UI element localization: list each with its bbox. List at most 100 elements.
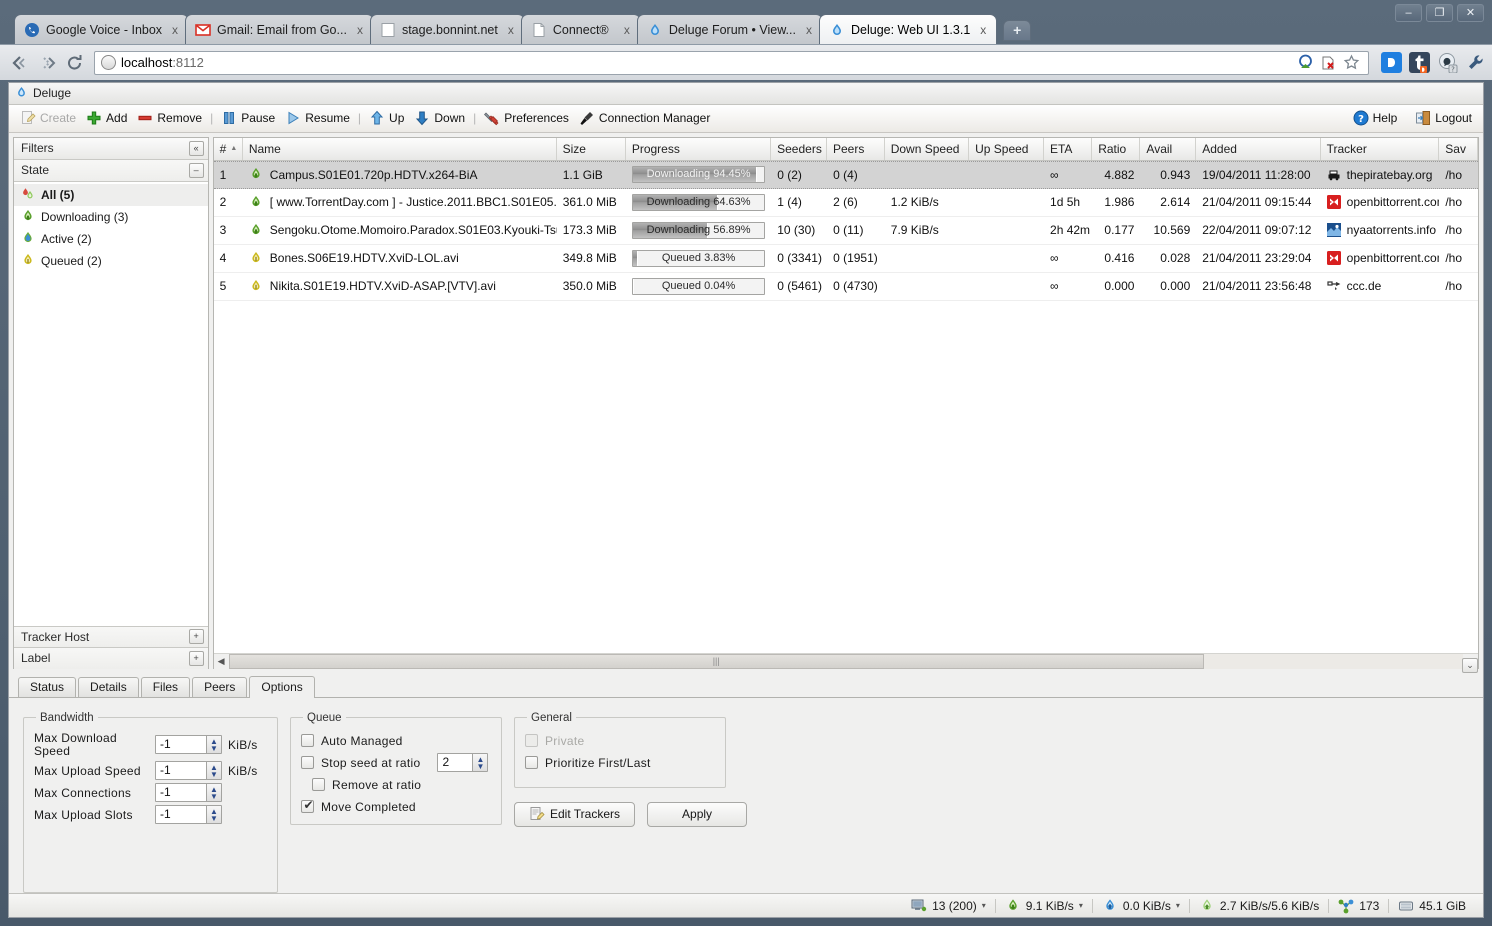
new-tab-button[interactable]: + xyxy=(1003,20,1032,41)
chevron-down-icon[interactable]: ▾ xyxy=(1176,901,1180,910)
remove-button[interactable]: Remove xyxy=(132,107,207,129)
delicious-icon[interactable] xyxy=(1381,52,1402,73)
max-upload-speed-value[interactable]: -1 xyxy=(156,762,206,779)
sidebar-item-all[interactable]: All (5) xyxy=(14,183,208,206)
prioritize-first-last-checkbox[interactable] xyxy=(525,756,538,770)
stepper-buttons[interactable]: ▲ ▼ xyxy=(206,762,221,780)
max-upload-slots-value[interactable]: -1 xyxy=(156,806,206,823)
prioritize-first-last-row[interactable]: Prioritize First/Last xyxy=(525,752,715,774)
tracker-host-header[interactable]: Tracker Host + xyxy=(14,625,208,648)
minimize-button[interactable]: – xyxy=(1395,4,1422,22)
detail-collapse-button[interactable]: ⌄ xyxy=(1462,657,1478,673)
sidebar-item-active[interactable]: Active (2) xyxy=(14,228,208,250)
help-button[interactable]: ? Help xyxy=(1348,107,1403,129)
column-header-tracker[interactable]: Tracker xyxy=(1321,137,1440,160)
table-row[interactable]: 3 Sengoku.Otome.Momoiro.Paradox.S01E03.K… xyxy=(213,217,1478,245)
stepper-down-icon[interactable]: ▼ xyxy=(210,814,218,822)
address-bar[interactable]: localhost:8112 xyxy=(94,50,1369,75)
stepper-buttons[interactable]: ▲ ▼ xyxy=(206,784,221,802)
auto-managed-checkbox[interactable] xyxy=(301,734,314,748)
browser-tab-0[interactable]: Google Voice - Inbox x xyxy=(14,14,190,44)
tab-close-icon[interactable]: x xyxy=(976,23,990,37)
maximize-button[interactable]: ❐ xyxy=(1426,4,1453,22)
stepper-buttons[interactable]: ▲ ▼ xyxy=(206,736,221,754)
stop-seed-at-ratio-checkbox[interactable] xyxy=(301,756,314,770)
tab-close-icon[interactable]: x xyxy=(168,23,182,37)
max-connections-stepper[interactable]: -1 ▲ ▼ xyxy=(155,783,222,803)
max-upload-slots-stepper[interactable]: -1 ▲ ▼ xyxy=(155,805,222,825)
back-icon[interactable] xyxy=(6,50,32,76)
max-connections-value[interactable]: -1 xyxy=(156,784,206,801)
column-header-avail[interactable]: Avail xyxy=(1140,137,1197,160)
resume-button[interactable]: Resume xyxy=(280,107,355,129)
sidebar-item-downloading[interactable]: Downloading (3) xyxy=(14,206,208,228)
down-button[interactable]: Down xyxy=(409,107,470,129)
tumblr-icon[interactable] xyxy=(1409,52,1430,73)
move-completed-row[interactable]: Move Completed xyxy=(301,796,491,818)
stepper-buttons[interactable]: ▲ ▼ xyxy=(206,806,221,824)
sidebar-collapse-button[interactable]: « xyxy=(188,140,204,156)
column-header-peers[interactable]: Peers xyxy=(827,137,885,160)
column-header-up-speed[interactable]: Up Speed xyxy=(969,137,1044,160)
column-header-size[interactable]: Size xyxy=(557,137,626,160)
bookmark-star-icon[interactable] xyxy=(1343,54,1360,71)
statusbar-connections[interactable]: 13 (200) ▾ xyxy=(902,898,995,914)
broken-page-icon[interactable] xyxy=(1320,54,1337,71)
tab-close-icon[interactable]: x xyxy=(504,23,518,37)
tab-close-icon[interactable]: x xyxy=(353,23,367,37)
tab-status[interactable]: Status xyxy=(18,676,77,697)
create-button[interactable]: Create xyxy=(15,107,81,129)
apply-button[interactable]: Apply xyxy=(647,801,748,827)
label-header[interactable]: Label + xyxy=(14,647,208,670)
browser-tab-3[interactable]: Connect® x xyxy=(520,14,641,44)
stepper-buttons[interactable]: ▲ ▼ xyxy=(472,754,488,772)
stop-seed-at-ratio-row[interactable]: Stop seed at ratio 2 ▲ ▼ xyxy=(301,752,491,774)
scrollbar-track[interactable]: ||| xyxy=(228,654,1463,670)
move-completed-checkbox[interactable] xyxy=(301,798,315,814)
scrollbar-thumb[interactable]: ||| xyxy=(228,654,1204,670)
tab-files[interactable]: Files xyxy=(140,676,191,697)
remove-at-ratio-row[interactable]: Remove at ratio xyxy=(301,774,491,796)
pause-button[interactable]: Pause xyxy=(216,107,280,129)
max-upload-speed-stepper[interactable]: -1 ▲ ▼ xyxy=(155,761,222,781)
tab-close-icon[interactable]: x xyxy=(620,23,634,37)
stepper-down-icon[interactable]: ▼ xyxy=(210,770,218,778)
column-header-progress[interactable]: Progress xyxy=(626,137,772,160)
scroll-left-icon[interactable]: ◀ xyxy=(214,654,229,669)
stop-seed-ratio-value[interactable]: 2 xyxy=(438,754,472,771)
statusbar-upload-speed[interactable]: 0.0 KiB/s ▾ xyxy=(1093,898,1189,914)
chevron-down-icon[interactable]: ▾ xyxy=(982,901,986,910)
close-window-button[interactable]: ✕ xyxy=(1457,4,1484,22)
statusbar-download-speed[interactable]: 9.1 KiB/s ▾ xyxy=(996,898,1092,914)
edit-trackers-button[interactable]: Edit Trackers xyxy=(514,801,636,827)
skype-icon[interactable]: ? xyxy=(1437,52,1458,74)
column-header-save-path[interactable]: Sav xyxy=(1439,137,1478,160)
connection-manager-button[interactable]: Connection Manager xyxy=(574,107,715,129)
chevron-down-icon[interactable]: ▾ xyxy=(1079,901,1083,910)
browser-tab-2[interactable]: stage.bonnint.net x xyxy=(369,14,525,44)
state-collapse-button[interactable]: – xyxy=(188,162,204,178)
sidebar-item-queued[interactable]: Queued (2) xyxy=(14,250,208,272)
auto-managed-row[interactable]: Auto Managed xyxy=(301,730,491,752)
table-row[interactable]: 1 Campus.S01E01.720p.HDTV.x264-BiA 1.1 G… xyxy=(213,160,1478,189)
column-header-down-speed[interactable]: Down Speed xyxy=(885,137,970,160)
table-row[interactable]: 4 Bones.S06E19.HDTV.XviD-LOL.avi 349.8 M… xyxy=(213,245,1478,273)
preferences-button[interactable]: Preferences xyxy=(479,107,574,129)
forward-icon[interactable] xyxy=(34,50,60,76)
tab-options[interactable]: Options xyxy=(249,675,315,698)
max-download-speed-value[interactable]: -1 xyxy=(156,736,206,753)
state-header[interactable]: State – xyxy=(14,159,208,182)
label-expand-button[interactable]: + xyxy=(188,650,204,666)
max-download-speed-stepper[interactable]: -1 ▲ ▼ xyxy=(155,735,222,755)
column-header-name[interactable]: Name xyxy=(243,137,557,160)
column-header-seeders[interactable]: Seeders xyxy=(771,137,827,160)
reload-icon[interactable] xyxy=(62,50,88,76)
remove-at-ratio-checkbox[interactable] xyxy=(312,778,325,792)
wrench-icon[interactable] xyxy=(1465,52,1486,73)
add-button[interactable]: Add xyxy=(81,107,132,129)
browser-tab-5-active[interactable]: Deluge: Web UI 1.3.1 x xyxy=(818,14,998,44)
home-icon[interactable] xyxy=(1297,54,1314,71)
tab-details[interactable]: Details xyxy=(78,676,139,697)
column-header-ratio[interactable]: Ratio xyxy=(1092,137,1141,160)
column-header-num[interactable]: # ▲ xyxy=(214,137,243,160)
